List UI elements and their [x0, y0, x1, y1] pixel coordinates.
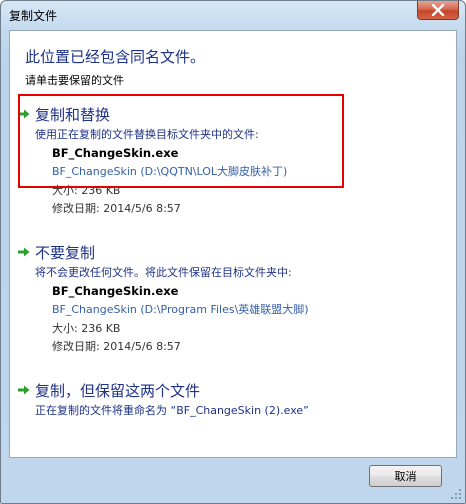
file-size: 大小: 236 KB — [52, 184, 121, 197]
option-dont-copy[interactable]: 不要复制 将不会更改任何文件。将此文件保留在目标文件夹中: BF_ChangeS… — [18, 242, 358, 362]
file-path: BF_ChangeSkin (D:\QQTN\LOL大脚皮肤补丁) — [52, 165, 288, 178]
title-bar[interactable]: 复制文件 — [1, 1, 465, 29]
file-name: BF_ChangeSkin.exe — [52, 284, 179, 298]
file-modified-date: 修改日期: 2014/5/6 8:57 — [52, 202, 181, 215]
conflict-headline: 此位置已经包含同名文件。 — [25, 48, 206, 66]
file-path: BF_ChangeSkin (D:\Program Files\英雄联盟大脚) — [52, 303, 309, 316]
option-title: 复制和替换 — [35, 106, 111, 124]
file-size: 大小: 236 KB — [52, 322, 121, 335]
option-description: 正在复制的文件将重命名为 “BF_ChangeSkin (2).exe” — [35, 404, 309, 417]
close-button[interactable] — [417, 1, 459, 20]
option-copy-and-replace[interactable]: 复制和替换 使用正在复制的文件替换目标文件夹中的文件: BF_ChangeSki… — [18, 104, 338, 224]
option-copy-keep-both[interactable]: 复制，但保留这两个文件 正在复制的文件将重命名为 “BF_ChangeSkin … — [18, 380, 358, 420]
cancel-button[interactable]: 取消 — [369, 465, 442, 487]
copy-file-dialog: 复制文件 此位置已经包含同名文件。 请单击要保留的文件 复制和替换 使用正在复制… — [0, 0, 466, 504]
dialog-content: 此位置已经包含同名文件。 请单击要保留的文件 复制和替换 使用正在复制的文件替换… — [9, 30, 457, 458]
file-name: BF_ChangeSkin.exe — [52, 146, 179, 160]
option-title: 不要复制 — [35, 244, 96, 262]
window-title: 复制文件 — [9, 9, 58, 23]
resize-grip-icon[interactable] — [451, 489, 461, 499]
option-description: 使用正在复制的文件替换目标文件夹中的文件: — [35, 128, 259, 141]
file-modified-date: 修改日期: 2014/5/6 8:57 — [52, 340, 181, 353]
green-arrow-icon — [18, 109, 30, 119]
dialog-footer: 取消 — [1, 459, 465, 503]
option-title: 复制，但保留这两个文件 — [35, 382, 201, 400]
option-description: 将不会更改任何文件。将此文件保留在目标文件夹中: — [35, 266, 292, 279]
close-icon — [431, 4, 445, 16]
green-arrow-icon — [18, 385, 30, 395]
instruction-text: 请单击要保留的文件 — [25, 74, 124, 87]
green-arrow-icon — [18, 247, 30, 257]
